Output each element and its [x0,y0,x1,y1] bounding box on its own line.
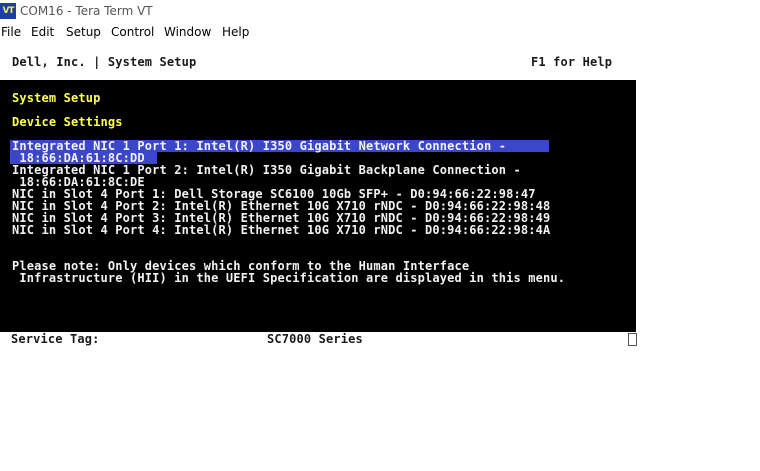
breadcrumb: System Setup [12,91,101,105]
menu-help[interactable]: Help [222,24,249,41]
terminal-screen[interactable]: Dell, Inc. | System Setup F1 for Help Sy… [0,42,760,471]
title-bar: VT COM16 - Tera Term VT [0,0,760,23]
terminal-cursor [628,333,637,346]
window-title: COM16 - Tera Term VT [20,4,153,18]
setup-content-panel: System Setup Device Settings Integrated … [0,80,636,332]
device-item-slot4-port4[interactable]: NIC in Slot 4 Port 4: Intel(R) Ethernet … [12,224,550,236]
model-label: SC7000 Series [267,332,363,346]
note-text-line2: Infrastructure (HII) in the UEFI Specifi… [12,271,566,285]
menu-bar: File Edit Setup Control Window Help [0,23,760,42]
setup-header-vendor: Dell, Inc. | System Setup [12,55,197,69]
service-tag-label: Service Tag: [11,332,100,346]
menu-control[interactable]: Control [111,24,154,41]
help-hint: F1 for Help [531,55,613,69]
menu-window[interactable]: Window [164,24,211,41]
menu-setup[interactable]: Setup [66,24,101,41]
menu-edit[interactable]: Edit [31,24,54,41]
page-title: Device Settings [12,115,123,129]
menu-file[interactable]: File [1,24,21,41]
teraterm-app-icon[interactable]: VT [0,3,16,19]
